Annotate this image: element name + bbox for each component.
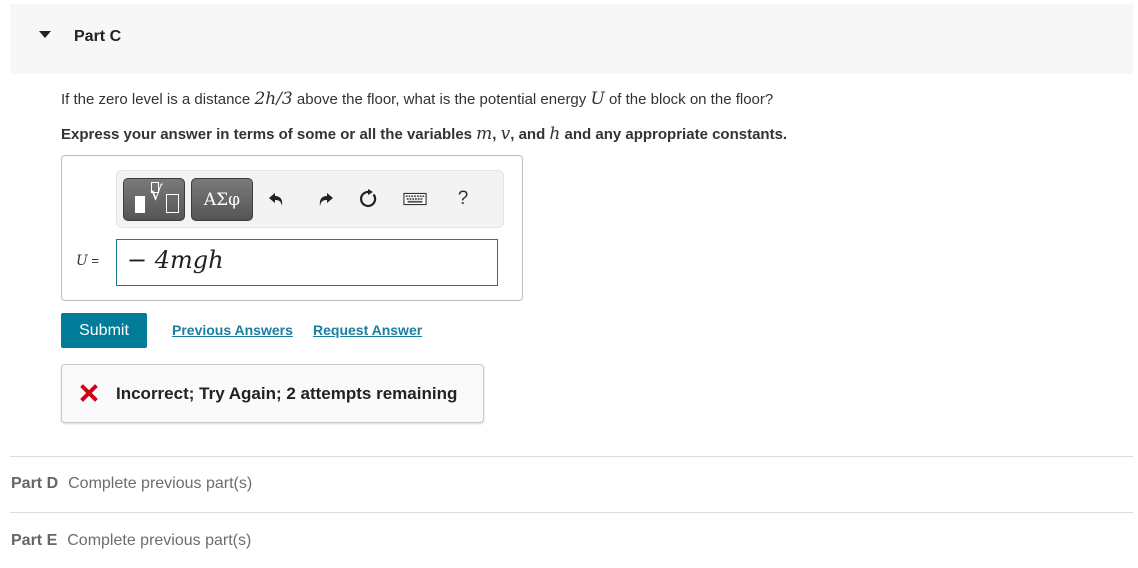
answer-variable-label: U =: [76, 253, 99, 269]
redo-icon[interactable]: [313, 187, 337, 211]
equals-sign: =: [87, 253, 100, 268]
question-expr: 2h/3: [254, 89, 293, 109]
reset-icon[interactable]: [357, 187, 381, 211]
request-answer-link[interactable]: Request Answer: [313, 322, 422, 338]
part-e-label: Part E: [11, 532, 58, 549]
instruction-suffix: and any appropriate constants.: [560, 126, 788, 143]
help-button[interactable]: ?: [451, 187, 475, 211]
answer-box: √ ΑΣφ ? U = − 4mgh: [61, 155, 523, 301]
answer-input[interactable]: − 4mgh: [116, 239, 498, 286]
variable-v: v: [500, 124, 511, 144]
question-var: U: [590, 89, 605, 109]
undo-icon[interactable]: [265, 187, 289, 211]
keyboard-icon[interactable]: [403, 187, 427, 211]
feedback-box: Incorrect; Try Again; 2 attempts remaini…: [61, 364, 484, 423]
instruction-text: Express your answer in terms of some or …: [61, 124, 787, 144]
divider: [10, 456, 1133, 457]
question-middle: above the floor, what is the potential e…: [292, 91, 591, 108]
instruction-prefix: Express your answer in terms of some or …: [61, 126, 477, 143]
separator: , and: [510, 126, 550, 143]
caret-down-icon[interactable]: [39, 31, 51, 38]
part-c-header[interactable]: Part C: [10, 4, 1133, 74]
variable-h: h: [549, 124, 561, 144]
templates-button[interactable]: √: [123, 178, 185, 221]
symbols-button[interactable]: ΑΣφ: [191, 178, 253, 221]
math-toolbar: √ ΑΣφ ?: [116, 170, 504, 228]
part-d-status: Complete previous part(s): [68, 475, 253, 492]
part-title: Part C: [74, 28, 122, 45]
separator: ,: [492, 126, 501, 143]
question-text: If the zero level is a distance 2h/3 abo…: [61, 89, 773, 109]
part-e-row[interactable]: Part E Complete previous part(s): [11, 532, 251, 550]
part-e-status: Complete previous part(s): [67, 532, 252, 549]
submit-button[interactable]: Submit: [61, 313, 147, 348]
divider: [10, 512, 1133, 513]
question-suffix: of the block on the floor?: [604, 91, 774, 108]
previous-answers-link[interactable]: Previous Answers: [172, 322, 293, 338]
x-icon: [80, 384, 98, 402]
part-d-row[interactable]: Part D Complete previous part(s): [11, 475, 252, 493]
part-d-label: Part D: [11, 475, 59, 492]
answer-variable: U: [76, 253, 88, 269]
feedback-message: Incorrect; Try Again; 2 attempts remaini…: [116, 384, 458, 403]
variable-m: m: [476, 124, 493, 144]
question-prefix: If the zero level is a distance: [61, 91, 255, 108]
answer-value: − 4mgh: [127, 246, 224, 274]
